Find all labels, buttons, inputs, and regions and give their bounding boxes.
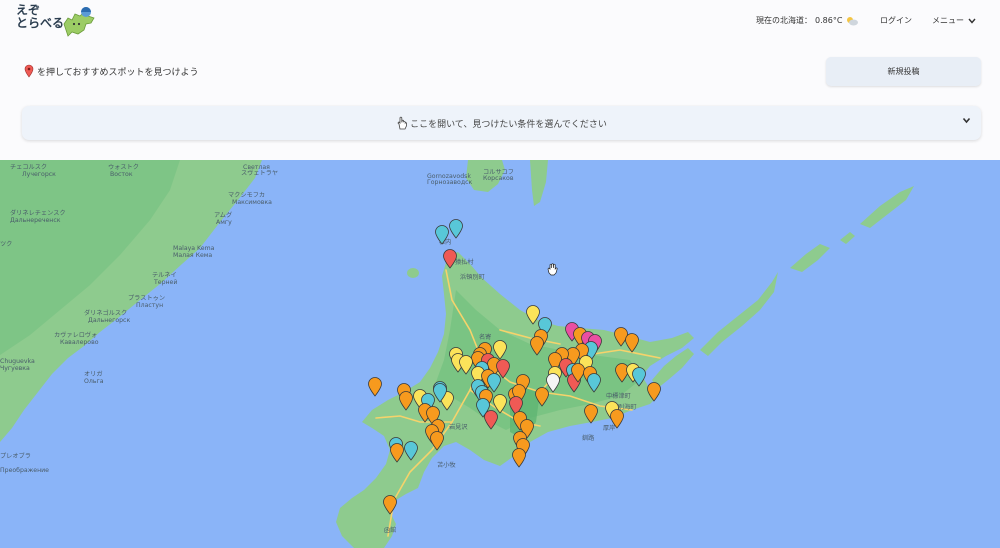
label-terney: Терней	[153, 278, 177, 286]
label-akkeshi: 厚岸	[603, 425, 615, 432]
label-plastun-jp: プラストゥン	[128, 295, 165, 302]
hokkaido-map[interactable]: Корсаков コルサコフ Gornozavodsk Горнозаводск Све…	[0, 160, 1000, 548]
conditions-label: ここを開いて、見つけたい条件を選んでください	[410, 119, 607, 130]
label-korsakov-jp: コルサコフ	[483, 169, 514, 176]
logo-text: えぞ とらべる	[16, 4, 64, 30]
hint-row: を押しておすすめスポットを見つけよう	[24, 64, 198, 78]
land-rishiri	[407, 268, 419, 278]
label-partial-west: ツク	[0, 241, 12, 248]
label-malaya-kema: Malaya Kema	[173, 245, 215, 252]
grab-cursor-icon	[547, 263, 558, 276]
login-link[interactable]: ログイン	[880, 15, 912, 26]
land-kuril-urup	[790, 244, 830, 272]
label-kavalerovo-jp: カヴァレロヴォ	[54, 331, 97, 339]
label-luchegorsk: Лучегорск	[22, 171, 56, 178]
label-amgu: Амгу	[216, 219, 232, 226]
site-logo[interactable]: えぞ とらべる	[16, 4, 96, 42]
map-pin-icon	[368, 377, 382, 397]
label-olga: Ольга	[84, 378, 104, 385]
land-kuril-iturup	[700, 272, 778, 356]
label-plastun: Пластун	[136, 302, 163, 309]
label-maksimovka-jp: マクシモフカ	[228, 192, 265, 199]
label-kavalerovo: Кавалерово	[60, 339, 99, 346]
label-hakodate: 函館	[384, 526, 396, 534]
label-olga-jp: オリガ	[84, 370, 103, 378]
menu-dropdown[interactable]: メニュー	[932, 15, 976, 26]
new-post-button[interactable]: 新規投稿	[826, 57, 981, 86]
label-luchegorsk-jp: チェコルスク	[10, 164, 47, 171]
pointer-hand-icon	[397, 116, 408, 130]
land-kuril-small	[840, 232, 855, 244]
label-vostok: Восток	[110, 171, 133, 178]
map-pin-icon	[512, 448, 526, 468]
label-dalnegorsk: Дальнегорск	[88, 317, 130, 324]
label-gornozavodsk-ru: Горнозаводск	[427, 179, 473, 186]
label-betsukai: 別海町	[618, 403, 637, 411]
weather-temp: 0.86°C	[815, 16, 843, 25]
label-dalnegorsk-jp: ダリネゴルスク	[84, 309, 127, 317]
logo-line-2: とらべる	[16, 16, 65, 30]
label-hamatonbetsu: 浜頓別町	[460, 273, 485, 281]
chevron-down-icon	[968, 18, 976, 24]
label-tomakomai: 苫小牧	[437, 461, 456, 469]
hint-text: を押しておすすめスポットを見つけよう	[37, 67, 199, 78]
label-preobrazhenie-jp: プレオブラ	[0, 452, 31, 460]
label-nayoro: 名寄	[479, 333, 491, 341]
label-terney-jp: テルネイ	[152, 272, 177, 279]
label-kushiro: 釧路	[582, 434, 595, 442]
label-svetlaya-jp: スヴェトラヤ	[241, 169, 278, 177]
map-pin-icon	[24, 64, 34, 78]
menu-label: メニュー	[932, 16, 964, 25]
chevron-down-icon	[962, 117, 971, 124]
land-kuril-north	[860, 186, 914, 228]
spot-pin[interactable]	[368, 377, 382, 397]
header: えぞ とらべる 現在の北海道： 0.86°C ログイン メニュー	[0, 0, 1000, 48]
weather-label: 現在の北海道：	[756, 16, 812, 25]
spot-pin[interactable]	[449, 219, 463, 239]
label-dalnerechensk: Дальнереченск	[10, 217, 61, 224]
label-preobrazhenie: Преображение	[0, 466, 49, 474]
label-malaya-kema-ru: Малая Кема	[173, 252, 212, 259]
label-amgu-jp: アムグ	[214, 211, 232, 219]
label-korsakov: Корсаков	[483, 175, 514, 182]
label-iwamizawa: 岩見沢	[449, 423, 468, 431]
label-maksimovka: Максимовка	[232, 199, 272, 206]
label-chuguevka-ru: Чугуевка	[0, 365, 30, 372]
conditions-accordion[interactable]: ここを開いて、見つけたい条件を選んでください	[22, 106, 981, 140]
partly-cloudy-icon	[847, 16, 859, 25]
label-sarufutsu: 猿払村	[455, 258, 474, 266]
hokkaido-mascot-icon	[63, 7, 95, 37]
map-pin-icon	[449, 219, 463, 239]
label-nakashibetsu: 中標津町	[606, 392, 631, 400]
spot-pin[interactable]	[512, 448, 526, 468]
label-chuguevka: Chuguevka	[0, 358, 35, 365]
label-dalnerechensk-jp: ダリネレチェンスク	[10, 209, 66, 217]
weather-widget: 現在の北海道： 0.86°C	[756, 15, 859, 26]
land-sakhalin-aniva	[530, 160, 548, 206]
label-vostok-jp: ウォストク	[108, 163, 139, 171]
map-canvas[interactable]: КорсаковコルサコフGornozavodskГорнозаводскСве…	[0, 160, 1000, 548]
